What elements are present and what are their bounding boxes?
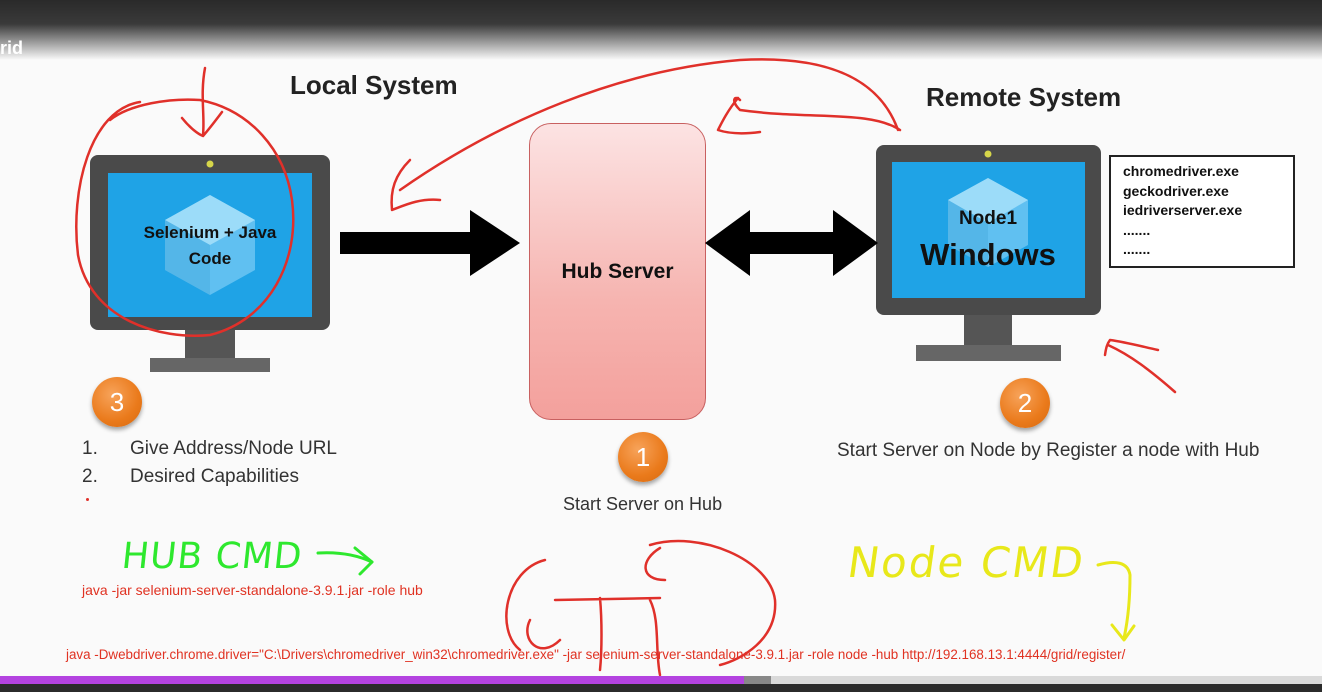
annotation-doodle xyxy=(526,618,562,650)
annotation-doodle xyxy=(505,558,662,677)
video-controls-strip xyxy=(0,684,1322,692)
freehand-annotations xyxy=(75,58,1177,677)
progress-buffered xyxy=(744,676,771,684)
annotation-circle xyxy=(75,98,295,337)
annotation-arrowhead xyxy=(353,546,374,576)
annotation-arrow xyxy=(1106,343,1177,394)
annotation-doodle xyxy=(644,539,777,667)
annotation-arrowhead xyxy=(1110,623,1136,642)
annotation-arc-arrow xyxy=(398,58,900,192)
slide: rid Local System Remote System Selenium … xyxy=(0,0,1322,692)
annotation-arrowhead xyxy=(716,96,762,135)
progress-played xyxy=(0,676,745,684)
video-progress-bar[interactable] xyxy=(0,676,1322,684)
annotation-arc-arrow xyxy=(733,96,902,132)
